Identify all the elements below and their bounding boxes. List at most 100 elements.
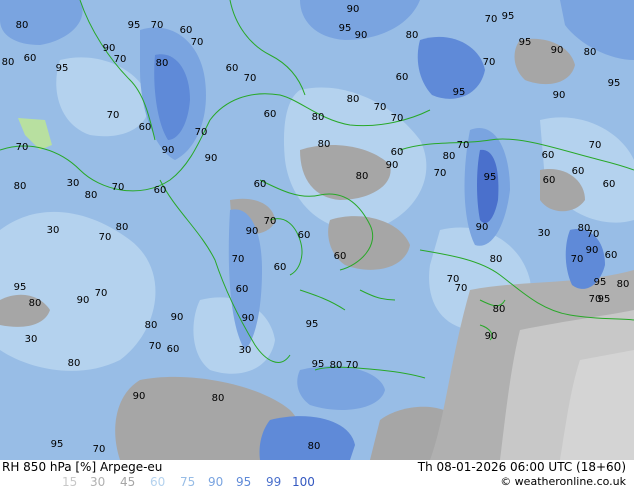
bottom-info-bar: RH 850 hPa [%] Arpege-eu Th 08-01-2026 0… [0,460,634,490]
contour-label: 30 [239,345,252,356]
legend-value-15: 15 [62,475,78,489]
contour-label: 80 [156,58,169,69]
contour-label: 95 [51,439,64,450]
contour-label: 60 [605,250,618,261]
contour-label: 70 [434,168,447,179]
contour-label: 70 [587,229,600,240]
contour-label: 70 [95,288,108,299]
contour-label: 60 [139,122,152,133]
contour-label: 90 [355,30,368,41]
contour-label: 80 [493,304,506,315]
contour-label: 80 [2,57,15,68]
legend-value-99: 99 [266,475,282,489]
contour-label: 60 [274,262,287,273]
contour-label: 60 [572,166,585,177]
legend-value-60: 60 [150,475,166,489]
credit-link[interactable]: © weatheronline.co.uk [500,475,626,488]
contour-label: 70 [264,216,277,227]
contour-label: 60 [167,344,180,355]
weather-map-panel: 95 70 90 80 60 70 95 90 80 70 95 90 60 80 70 95 90 80 70 60… [0,0,634,490]
contour-label: 60 [24,53,37,64]
contour-label: 90 [551,45,564,56]
contour-label: 60 [543,175,556,186]
contour-label: 30 [25,334,38,345]
contour-label: 60 [396,72,409,83]
product-title: RH 850 hPa [%] Arpege-eu [2,460,163,474]
legend-value-30: 30 [90,475,106,489]
contour-label: 70 [589,140,602,151]
contour-label: 70 [99,232,112,243]
contour-label: 60 [264,109,277,120]
contour-label: 70 [455,283,468,294]
contour-label: 90 [77,295,90,306]
contour-label: 80 [85,190,98,201]
contour-label: 80 [330,360,343,371]
contour-label: 95 [453,87,466,98]
contour-label: 90 [476,222,489,233]
contour-label: 90 [205,153,218,164]
contour-label: 95 [56,63,69,74]
contour-label: 60 [298,230,311,241]
contour-label: 80 [318,139,331,150]
contour-label: 60 [603,179,616,190]
contour-label: 80 [68,358,81,369]
contour-label: 70 [485,14,498,25]
contour-label: 95 [339,23,352,34]
contour-label: 80 [212,393,225,404]
legend-value-90: 90 [208,475,224,489]
contour-label: 90 [246,226,259,237]
contour-label: 95 [14,282,27,293]
contour-label: 95 [312,359,325,370]
contour-label: 95 [502,11,515,22]
contour-label: 70 [114,54,127,65]
contour-label: 80 [16,20,29,31]
contour-label: 90 [133,391,146,402]
contour-label: 60 [180,25,193,36]
contour-label: 70 [571,254,584,265]
contour-label: 90 [162,145,175,156]
contour-label: 95 [519,37,532,48]
contour-label: 90 [242,313,255,324]
contour-label: 80 [312,112,325,123]
contour-label: 80 [406,30,419,41]
contour-label: 90 [347,4,360,15]
contour-label: 70 [195,127,208,138]
contour-label: 30 [67,178,80,189]
contour-label: 30 [538,228,551,239]
contour-label: 80 [29,298,42,309]
contour-label: 70 [151,20,164,31]
contour-label: 70 [93,444,106,455]
contour-label: 90 [386,160,399,171]
contour-label: 95 [128,20,141,31]
contour-label: 90 [586,245,599,256]
contour-label: 70 [374,102,387,113]
valid-time: Th 08-01-2026 06:00 UTC (18+60) [417,460,626,474]
contour-label: 60 [226,63,239,74]
contour-label: 95 [306,319,319,330]
contour-label: 70 [149,341,162,352]
contour-label: 80 [490,254,503,265]
contour-label: 30 [47,225,60,236]
contour-label: 90 [553,90,566,101]
contour-label: 80 [356,171,369,182]
contour-label: 80 [584,47,597,58]
contour-label: 95 [594,277,607,288]
contour-label: 70 [112,182,125,193]
contour-label: 60 [254,179,267,190]
legend-value-75: 75 [180,475,196,489]
contour-label: 70 [346,360,359,371]
contour-label: 80 [145,320,158,331]
contour-label: 70 [232,254,245,265]
legend-value-95: 95 [236,475,252,489]
contour-label: 80 [14,181,27,192]
legend-value-100: 100 [292,475,315,489]
contour-label: 60 [154,185,167,196]
humidity-map: 95 709080 60709590 8070 95906080709590 807060… [0,0,634,460]
contour-label: 70 [391,113,404,124]
contour-label: 60 [334,251,347,262]
contour-label: 80 [617,279,630,290]
contour-label: 70 [107,110,120,121]
contour-label: 95 [608,78,621,89]
contour-label: 70 [483,57,496,68]
contour-label: 70 [457,140,470,151]
